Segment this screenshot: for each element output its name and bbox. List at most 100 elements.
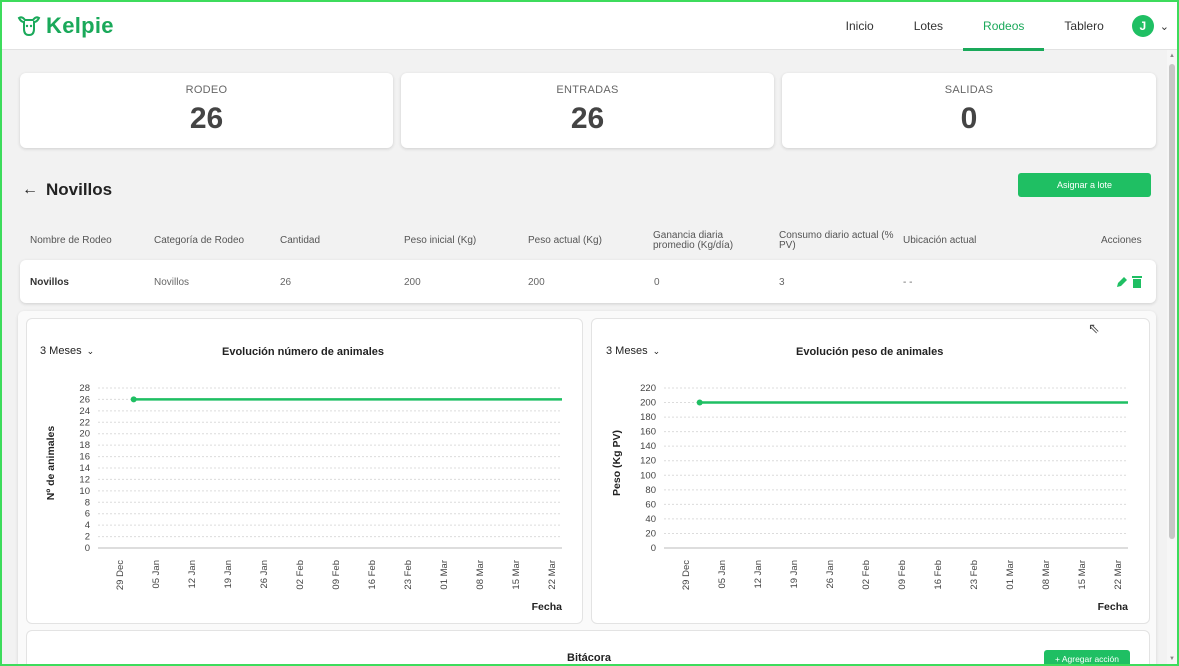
th-peso-actual[interactable]: Peso actual (Kg) [528, 236, 602, 246]
stat-value: 0 [960, 102, 978, 135]
x-tick-label: 22 Mar [1113, 560, 1124, 590]
x-tick-label: 16 Feb [933, 560, 944, 590]
x-tick-label: 02 Feb [295, 560, 306, 590]
y-tick-label: 4 [85, 520, 90, 531]
x-tick-label: 19 Jan [789, 560, 800, 589]
cell-peso-inicial: 200 [404, 277, 421, 288]
y-tick-label: 20 [79, 429, 90, 440]
x-tick-label: 01 Mar [439, 560, 450, 590]
x-tick-label: 05 Jan [151, 560, 162, 589]
x-tick-label: 15 Mar [511, 560, 522, 590]
add-action-button[interactable]: + Agregar acción [1044, 650, 1130, 666]
range-select-animales[interactable]: 3 Meses ⌄ [40, 345, 94, 357]
user-menu[interactable]: J ⌄ [1124, 2, 1177, 50]
x-tick-label: 02 Feb [861, 560, 872, 590]
y-tick-label: 2 [85, 532, 90, 543]
scroll-down-icon[interactable]: ▼ [1169, 656, 1175, 662]
edit-pencil-icon[interactable] [1116, 275, 1128, 288]
y-tick-label: 18 [79, 440, 90, 451]
table-row[interactable] [20, 260, 1156, 303]
x-tick-label: 08 Mar [1041, 560, 1052, 590]
y-tick-label: 28 [79, 383, 90, 394]
y-tick-label: 22 [79, 417, 90, 428]
series-point [130, 396, 137, 403]
y-tick-label: 80 [645, 485, 656, 496]
series-point [696, 399, 703, 406]
nav-tablero[interactable]: Tablero [1044, 2, 1123, 50]
x-tick-label: 15 Mar [1077, 560, 1088, 590]
x-tick-label: 19 Jan [223, 560, 234, 589]
y-tick-label: 24 [79, 406, 90, 417]
stat-card-entradas: ENTRADAS 26 [401, 73, 774, 148]
x-tick-label: 12 Jan [753, 560, 764, 589]
y-tick-label: 100 [640, 470, 656, 481]
delete-trash-icon[interactable] [1132, 275, 1142, 288]
x-tick-label: 29 Dec [115, 560, 126, 590]
chart-title-peso: Evolución peso de animales [796, 346, 944, 358]
nav-rodeos[interactable]: Rodeos [963, 2, 1045, 51]
stat-label: SALIDAS [944, 84, 994, 96]
th-ubicacion[interactable]: Ubicación actual [903, 236, 976, 246]
chevron-down-icon[interactable]: ⌄ [87, 346, 95, 357]
x-tick-label: 09 Feb [897, 560, 908, 590]
page-title-text: Novillos [46, 180, 113, 199]
x-tick-label: 12 Jan [187, 560, 198, 589]
y-tick-label: 26 [79, 394, 90, 405]
chart-title-animales: Evolución número de animales [222, 346, 384, 358]
chevron-down-icon[interactable]: ⌄ [653, 346, 661, 357]
x-tick-label: 05 Jan [717, 560, 728, 589]
th-nombre[interactable]: Nombre de Rodeo [30, 236, 112, 246]
scroll-up-icon[interactable]: ▲ [1169, 53, 1175, 59]
y-axis-label: Peso (Kg PV) [611, 430, 623, 496]
avatar[interactable]: J [1131, 15, 1154, 37]
nav-inicio[interactable]: Inicio [826, 2, 894, 50]
page-scrollbar[interactable]: ▲ ▼ [1167, 50, 1177, 664]
y-tick-label: 6 [85, 509, 90, 520]
x-tick-label: 23 Feb [969, 560, 980, 590]
th-cantidad[interactable]: Cantidad [280, 236, 320, 246]
x-tick-label: 01 Mar [1005, 560, 1016, 590]
mouse-cursor-icon: ⇖ [1088, 320, 1100, 336]
y-tick-label: 180 [640, 412, 656, 423]
th-peso-inicial[interactable]: Peso inicial (Kg) [404, 236, 476, 246]
x-tick-label: 16 Feb [367, 560, 378, 590]
brand-logo[interactable]: Kelpie [16, 12, 114, 40]
y-tick-label: 10 [79, 486, 90, 497]
x-axis-label: Fecha [1098, 601, 1129, 613]
cell-cantidad: 26 [280, 277, 292, 288]
y-tick-label: 0 [85, 543, 90, 554]
bitacora-title: Bitácora [567, 652, 612, 664]
x-tick-label: 29 Dec [681, 560, 692, 590]
assign-lote-button[interactable]: Asignar a lote [1018, 173, 1151, 197]
range-select-value: 3 Meses [606, 345, 648, 357]
x-tick-label: 23 Feb [403, 560, 414, 590]
chart-peso-plot: 0 20 40 60 80 100 120 140 160 180 200 220 29 Dec 05 J… [611, 383, 1129, 613]
top-navbar: Kelpie Inicio Lotes Rodeos Tablero J ⌄ [2, 2, 1177, 51]
back-arrow-icon[interactable]: ← [22, 181, 38, 199]
th-categoria[interactable]: Categoría de Rodeo [154, 236, 244, 246]
cell-nombre: Novillos [30, 277, 69, 288]
x-tick-label: 08 Mar [475, 560, 486, 590]
brand-name: Kelpie [46, 13, 114, 38]
x-tick-label: 09 Feb [331, 560, 342, 590]
y-tick-label: 200 [640, 398, 656, 409]
th-consumo[interactable]: Consumo diario actual (% PV) [779, 231, 894, 251]
stat-card-salidas: SALIDAS 0 [782, 73, 1156, 148]
cell-peso-actual: 200 [528, 277, 545, 288]
y-tick-label: 60 [645, 499, 656, 510]
chevron-down-icon[interactable]: ⌄ [1160, 20, 1169, 33]
cell-ubicacion: - - [903, 277, 913, 288]
scroll-thumb[interactable] [1169, 64, 1175, 539]
y-tick-label: 16 [79, 452, 90, 463]
x-tick-label: 22 Mar [547, 560, 558, 590]
chart-animales-plot: 024681012141618202224262829 Dec 05 Jan 12 … [45, 383, 562, 613]
main-nav: Inicio Lotes Rodeos Tablero J ⌄ [826, 2, 1177, 51]
y-tick-label: 40 [645, 514, 656, 525]
stat-card-rodeo: RODEO 26 [20, 73, 393, 148]
range-select-peso[interactable]: 3 Meses ⌄ [606, 345, 660, 357]
cow-logo-icon [17, 16, 41, 37]
nav-lotes[interactable]: Lotes [894, 2, 963, 50]
th-ganancia[interactable]: Ganancia diaria promedio (Kg/día) [653, 231, 753, 251]
cell-ganancia: 0 [654, 277, 660, 288]
y-tick-label: 20 [645, 528, 656, 539]
